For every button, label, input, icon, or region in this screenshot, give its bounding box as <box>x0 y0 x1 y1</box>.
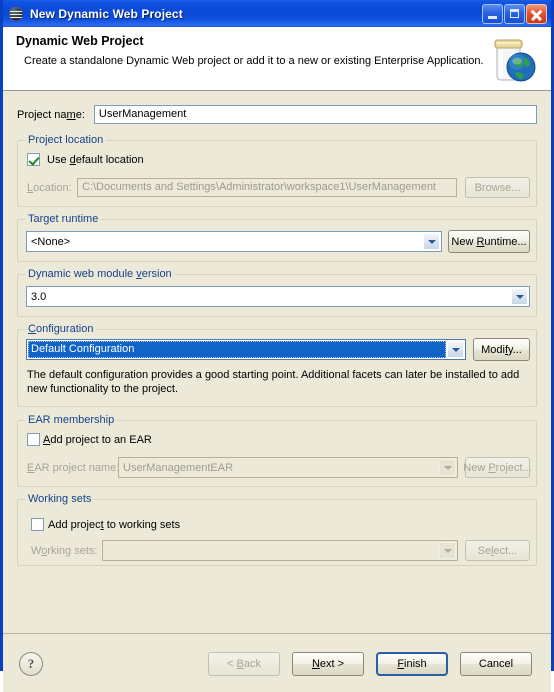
use-default-location-row[interactable]: Use default location <box>27 153 144 166</box>
new-runtime-button-label: New Runtime... <box>451 235 527 248</box>
dialog-footer: ? < Back Next > Finish Cancel <box>3 633 551 692</box>
module-version-value: 3.0 <box>31 290 47 303</box>
location-label: Location: <box>27 182 72 194</box>
working-sets-group-title: Working sets <box>25 493 95 505</box>
minimize-button[interactable] <box>482 3 503 24</box>
configuration-group-title: Configuration <box>25 323 97 335</box>
close-button[interactable] <box>526 3 547 24</box>
chevron-down-icon <box>439 542 456 559</box>
project-name-row: Project name: UserManagement <box>17 105 537 124</box>
working-sets-group: Working sets Add project to working sets… <box>17 493 537 566</box>
ear-project-name-label: EAR project name: <box>27 462 120 474</box>
add-to-working-sets-checkbox[interactable] <box>31 518 44 531</box>
wizard-body: Project name: UserManagement Project loc… <box>3 91 551 633</box>
configuration-value: Default Configuration <box>31 343 135 355</box>
select-button-label: Select... <box>477 544 518 557</box>
browse-button: Browse... <box>465 177 530 198</box>
use-default-location-label: Use default location <box>47 153 144 166</box>
chevron-down-icon <box>439 459 456 476</box>
configuration-selection-highlight: Default Configuration <box>28 341 446 358</box>
ear-project-name-value: UserManagementEAR <box>123 461 234 474</box>
page-description: Create a standalone Dynamic Web project … <box>24 55 484 67</box>
module-version-group-title: Dynamic web module version <box>25 268 175 280</box>
ear-membership-group-title: EAR membership <box>25 414 118 426</box>
add-to-working-sets-row[interactable]: Add project to working sets <box>31 518 180 531</box>
configuration-combo[interactable]: Default Configuration <box>26 339 466 360</box>
jar-with-globe-icon <box>483 33 539 85</box>
working-sets-combo <box>102 540 458 561</box>
ear-membership-group: EAR membership Add project to an EAR EAR… <box>17 414 537 487</box>
chevron-down-icon[interactable] <box>423 233 440 250</box>
new-dynamic-web-project-dialog: New Dynamic Web Project Dynamic Web Proj… <box>0 0 554 692</box>
use-default-location-checkbox[interactable] <box>27 153 40 166</box>
ear-project-name-combo: UserManagementEAR <box>118 457 458 478</box>
new-project-button-label: New Project... <box>463 461 532 474</box>
chevron-down-icon[interactable] <box>447 341 464 358</box>
back-button-label: < Back <box>227 658 261 670</box>
target-runtime-group-title: Target runtime <box>25 213 102 225</box>
chevron-down-icon[interactable] <box>511 288 528 305</box>
add-to-ear-checkbox[interactable] <box>27 433 40 446</box>
location-input: C:\Documents and Settings\Administrator\… <box>77 178 457 197</box>
project-location-group-title: Project location <box>25 134 107 146</box>
title-bar[interactable]: New Dynamic Web Project <box>3 0 551 27</box>
add-to-ear-label: Add project to an EAR <box>43 433 152 446</box>
new-project-button: New Project... <box>463 457 532 478</box>
target-runtime-group: Target runtime <None> New Runtime... <box>17 213 537 262</box>
wizard-header: Dynamic Web Project Create a standalone … <box>3 27 551 91</box>
configuration-description: The default configuration provides a goo… <box>27 369 520 395</box>
working-sets-label: Working sets: <box>31 545 98 557</box>
back-button: < Back <box>208 652 280 676</box>
window-controls <box>482 3 549 24</box>
project-location-group: Project location Use default location Lo… <box>17 134 537 207</box>
add-to-working-sets-label: Add project to working sets <box>48 518 181 531</box>
select-button: Select... <box>465 540 530 561</box>
finish-button[interactable]: Finish <box>376 652 448 676</box>
project-name-input[interactable]: UserManagement <box>93 105 537 124</box>
next-button-label: Next > <box>311 658 345 670</box>
new-runtime-button[interactable]: New Runtime... <box>448 230 530 253</box>
page-title: Dynamic Web Project <box>16 34 144 48</box>
modify-button-label: Modify... <box>481 343 522 356</box>
target-runtime-value: <None> <box>31 235 71 248</box>
modify-button[interactable]: Modify... <box>473 338 530 361</box>
next-button[interactable]: Next > <box>292 652 364 676</box>
cancel-button[interactable]: Cancel <box>460 652 532 676</box>
target-runtime-combo[interactable]: <None> <box>26 231 442 252</box>
module-version-group: Dynamic web module version 3.0 <box>17 268 537 317</box>
configuration-group: Configuration Default Configuration Modi… <box>17 323 537 407</box>
maximize-button[interactable] <box>504 3 525 24</box>
module-version-combo[interactable]: 3.0 <box>26 286 530 307</box>
window-title: New Dynamic Web Project <box>30 6 183 21</box>
window-icon <box>9 6 25 22</box>
project-name-label: Project name: <box>17 108 85 121</box>
add-to-ear-row[interactable]: Add project to an EAR <box>27 433 152 446</box>
help-icon[interactable]: ? <box>19 652 43 676</box>
finish-button-label: Finish <box>397 658 427 670</box>
